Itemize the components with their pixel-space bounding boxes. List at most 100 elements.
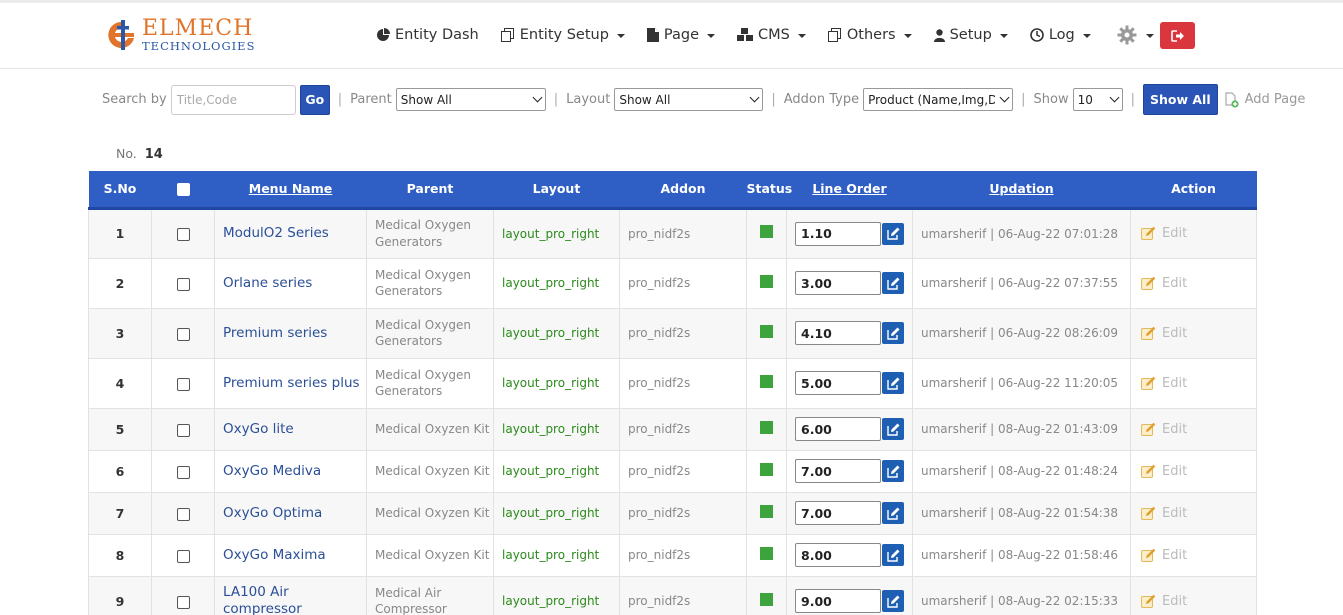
logo-mark-icon — [104, 18, 138, 52]
nav-others[interactable]: Others — [827, 27, 912, 43]
logout-button[interactable] — [1160, 22, 1195, 49]
record-count-value: 14 — [144, 147, 163, 162]
col-header-sno: S.No — [88, 171, 152, 210]
update-order-button[interactable] — [882, 502, 904, 524]
go-button[interactable]: Go — [299, 84, 330, 115]
update-order-button[interactable] — [882, 272, 904, 294]
col-header-menu-name[interactable]: Menu Name — [214, 171, 367, 210]
chevron-down-icon — [1109, 92, 1120, 103]
table-row: 9 LA100 Air compressor Medical Air Compres… — [88, 576, 1257, 615]
row-checkbox[interactable] — [176, 507, 190, 521]
row-checkbox[interactable] — [176, 377, 190, 391]
status-indicator[interactable] — [760, 225, 773, 238]
update-order-button[interactable] — [882, 544, 904, 566]
edit-icon — [886, 423, 899, 436]
nav-entity-dash[interactable]: Entity Dash — [376, 27, 479, 43]
update-order-button[interactable] — [882, 322, 904, 344]
row-menu-name[interactable]: LA100 Air compressor — [214, 576, 367, 615]
edit-link[interactable]: Edit — [1141, 376, 1256, 391]
table-row: 2 Orlane series Medical Oxygen Generators l… — [88, 258, 1257, 309]
row-checkbox[interactable] — [176, 423, 190, 437]
row-checkbox[interactable] — [176, 465, 190, 479]
line-order-input[interactable] — [795, 371, 881, 395]
status-indicator[interactable] — [760, 374, 773, 388]
row-menu-name[interactable]: OxyGo Optima — [214, 492, 367, 535]
edit-label: Edit — [1162, 463, 1188, 479]
row-addon: pro_nidf2s — [619, 492, 747, 535]
edit-link[interactable]: Edit — [1141, 422, 1256, 437]
separator: | — [771, 92, 776, 107]
row-parent: Medical Oxyzen Kit — [366, 408, 494, 451]
status-indicator[interactable] — [760, 324, 773, 338]
line-order-input[interactable] — [795, 459, 881, 483]
edit-link[interactable]: Edit — [1141, 464, 1256, 479]
update-order-button[interactable] — [882, 372, 904, 394]
line-order-input[interactable] — [795, 417, 881, 441]
col-header-line-order[interactable]: Line Order — [786, 171, 913, 210]
status-indicator[interactable] — [760, 546, 773, 560]
select-all-checkbox[interactable] — [176, 183, 190, 197]
show-count-select[interactable]: 10 — [1072, 88, 1123, 111]
row-menu-name[interactable]: Orlane series — [214, 258, 367, 309]
status-indicator[interactable] — [760, 420, 773, 434]
row-menu-name[interactable]: OxyGo lite — [214, 408, 367, 451]
row-action-cell: Edit — [1130, 308, 1257, 359]
row-parent: Medical Air Compressor — [366, 576, 494, 615]
update-order-button[interactable] — [882, 222, 904, 245]
line-order-input[interactable] — [795, 321, 881, 345]
nav-cms[interactable]: CMS — [737, 27, 806, 43]
line-order-input[interactable] — [795, 543, 881, 567]
parent-select[interactable]: Show All — [395, 88, 546, 111]
row-status-cell — [746, 534, 787, 577]
file-icon — [646, 28, 659, 42]
settings-menu[interactable] — [1117, 25, 1154, 45]
search-input[interactable] — [170, 84, 296, 115]
table-header-row: S.No Menu Name Parent Layout Addon Statu… — [88, 171, 1257, 210]
nav-page[interactable]: Page — [646, 27, 716, 43]
status-indicator[interactable] — [760, 592, 773, 606]
nav-log[interactable]: Log — [1030, 27, 1091, 43]
row-addon: pro_nidf2s — [619, 534, 747, 577]
nav-entity-setup[interactable]: Entity Setup — [500, 27, 625, 43]
row-checkbox[interactable] — [176, 549, 190, 563]
line-order-input[interactable] — [795, 589, 881, 613]
status-indicator[interactable] — [760, 274, 773, 288]
addon-type-select[interactable]: Product (Name,Img,De — [863, 88, 1014, 111]
add-page-link[interactable]: Add Page — [1224, 91, 1305, 108]
nav-entity-setup-label: Entity Setup — [519, 27, 609, 43]
status-indicator[interactable] — [760, 504, 773, 518]
line-order-input[interactable] — [795, 271, 881, 295]
brand-logo[interactable]: ELMECH TECHNOLOGIES — [104, 17, 255, 53]
show-label: Show — [1033, 92, 1069, 107]
row-menu-name[interactable]: OxyGo Mediva — [214, 450, 367, 493]
edit-link[interactable]: Edit — [1141, 548, 1256, 563]
row-parent: Medical Oxyzen Kit — [366, 450, 494, 493]
edit-link[interactable]: Edit — [1141, 276, 1256, 291]
line-order-input[interactable] — [795, 221, 881, 246]
update-order-button[interactable] — [882, 418, 904, 440]
edit-link[interactable]: Edit — [1141, 326, 1256, 341]
status-indicator[interactable] — [760, 462, 773, 476]
layout-select[interactable]: Show All — [614, 88, 764, 111]
col-header-updation[interactable]: Updation — [912, 171, 1131, 210]
row-checkbox[interactable] — [176, 327, 190, 341]
edit-link[interactable]: Edit — [1141, 594, 1256, 609]
nav-cms-label: CMS — [758, 27, 790, 43]
row-menu-name[interactable]: Premium series — [214, 308, 367, 359]
cubes-icon — [737, 28, 754, 41]
show-all-button[interactable]: Show All — [1142, 84, 1218, 115]
line-order-input[interactable] — [795, 501, 881, 525]
nav-setup[interactable]: Setup — [933, 27, 1008, 43]
row-menu-name[interactable]: Premium series plus — [214, 358, 367, 409]
edit-link[interactable]: Edit — [1141, 506, 1256, 521]
row-checkbox[interactable] — [176, 595, 190, 609]
update-order-button[interactable] — [882, 590, 904, 612]
row-menu-name[interactable]: OxyGo Maxima — [214, 534, 367, 577]
row-checkbox[interactable] — [176, 277, 190, 291]
row-parent: Medical Oxyzen Kit — [366, 492, 494, 535]
row-menu-name[interactable]: ModulO2 Series — [214, 208, 367, 259]
update-order-button[interactable] — [882, 460, 904, 482]
row-checkbox[interactable] — [176, 228, 190, 241]
row-status-cell — [746, 258, 787, 309]
edit-link[interactable]: Edit — [1141, 226, 1256, 241]
